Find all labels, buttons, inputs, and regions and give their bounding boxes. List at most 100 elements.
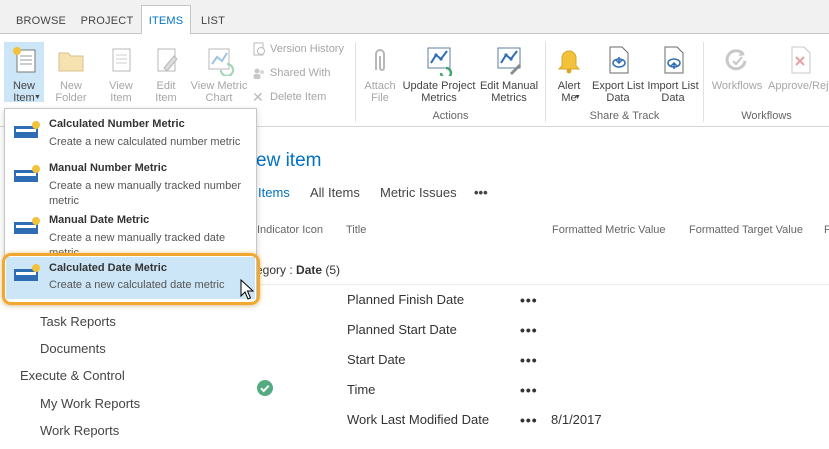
chevron-down-icon: ▼ bbox=[34, 94, 41, 101]
version-history-icon bbox=[253, 42, 265, 56]
shared-with-button[interactable]: Shared With bbox=[252, 64, 331, 82]
row-title[interactable]: Time bbox=[347, 382, 375, 397]
attach-file-button[interactable]: Attach File bbox=[362, 44, 398, 104]
view-metric-chart-label: View Metric Chart bbox=[190, 80, 248, 104]
row-title[interactable]: Planned Finish Date bbox=[347, 292, 464, 307]
approve-reject-label: Approve/Rej bbox=[768, 80, 829, 92]
menu-item-description: Create a new manually tracked number met… bbox=[49, 180, 241, 207]
edit-item-label: Edit Item bbox=[155, 80, 177, 104]
shared-with-icon bbox=[253, 68, 264, 80]
edit-metrics-icon bbox=[497, 47, 521, 75]
view-tab-metric-issues[interactable]: Metric Issues bbox=[380, 185, 457, 200]
folder-icon bbox=[58, 52, 84, 72]
new-metric-icon bbox=[14, 165, 40, 182]
import-data-icon bbox=[664, 46, 684, 74]
approve-reject-icon bbox=[791, 46, 811, 74]
edit-manual-metrics-button[interactable]: Edit Manual Metrics bbox=[479, 44, 539, 104]
row-menu-button[interactable]: ••• bbox=[520, 322, 538, 338]
update-project-metrics-label: Update Project Metrics bbox=[402, 80, 476, 104]
export-list-data-button[interactable]: Export List Data bbox=[591, 44, 645, 104]
group-header[interactable]: egory : Date (5) bbox=[256, 263, 340, 277]
menu-item-title: Calculated Number Metric bbox=[49, 118, 185, 130]
view-item-icon bbox=[112, 48, 131, 72]
mouse-pointer-icon bbox=[240, 279, 254, 300]
menu-item-manual-date-metric[interactable]: Manual Date Metric Create a new manually… bbox=[6, 207, 255, 259]
shared-with-label: Shared With bbox=[270, 67, 331, 79]
new-item-button[interactable]: New Item ▼ bbox=[4, 42, 44, 104]
nav-item-task-reports[interactable]: Task Reports bbox=[40, 314, 116, 329]
view-tab-items[interactable]: Items bbox=[258, 185, 290, 200]
new-item-icon bbox=[13, 47, 36, 73]
more-views-button[interactable]: ••• bbox=[474, 185, 488, 200]
edit-item-icon bbox=[157, 48, 178, 72]
edit-item-button[interactable]: Edit Item bbox=[147, 44, 185, 104]
update-metrics-icon bbox=[427, 47, 453, 76]
column-header-title[interactable]: Title bbox=[346, 224, 366, 236]
import-list-data-button[interactable]: Import List Data bbox=[646, 44, 700, 104]
workflows-label: Workflows bbox=[711, 80, 763, 92]
update-project-metrics-button[interactable]: Update Project Metrics bbox=[402, 44, 476, 104]
workflows-button[interactable]: Workflows bbox=[710, 44, 764, 92]
green-check-icon bbox=[257, 380, 273, 396]
row-menu-button[interactable]: ••• bbox=[520, 292, 538, 308]
view-item-label: View Item bbox=[109, 80, 133, 104]
row-menu-button[interactable]: ••• bbox=[520, 412, 538, 428]
nav-item-execute-control[interactable]: Execute & Control bbox=[20, 368, 125, 383]
edit-manual-metrics-label: Edit Manual Metrics bbox=[479, 80, 539, 104]
page-title: ew item bbox=[256, 150, 322, 171]
ribbon-tab-strip: BROWSE PROJECT ITEMS LIST bbox=[0, 0, 829, 35]
delete-icon: ✕ bbox=[252, 89, 264, 106]
tab-items[interactable]: ITEMS bbox=[141, 5, 191, 35]
delete-item-button[interactable]: ✕ Delete Item bbox=[252, 88, 326, 106]
row-title[interactable]: Work Last Modified Date bbox=[347, 412, 489, 427]
row-metric-value: 8/1/2017 bbox=[551, 412, 602, 427]
nav-item-work-reports[interactable]: Work Reports bbox=[40, 423, 119, 438]
version-history-label: Version History bbox=[270, 43, 344, 55]
attach-file-label: Attach File bbox=[364, 80, 396, 104]
view-metric-chart-button[interactable]: View Metric Chart bbox=[189, 44, 249, 104]
menu-item-description: Create a new calculated number metric bbox=[49, 136, 241, 148]
menu-item-manual-number-metric[interactable]: Manual Number Metric Create a new manual… bbox=[6, 155, 255, 207]
group-label-workflows: Workflows bbox=[741, 110, 792, 122]
menu-item-title: Manual Date Metric bbox=[49, 214, 150, 226]
tab-list[interactable]: LIST bbox=[194, 8, 232, 34]
chevron-down-icon: ▼ bbox=[574, 94, 581, 101]
export-list-data-label: Export List Data bbox=[592, 80, 644, 104]
new-folder-label: New Folder bbox=[55, 80, 87, 104]
approve-reject-button[interactable]: Approve/Rej bbox=[768, 44, 829, 92]
tab-browse[interactable]: BROWSE bbox=[10, 8, 72, 34]
group-name: Date bbox=[296, 263, 323, 277]
version-history-button[interactable]: Version History bbox=[252, 40, 344, 58]
highlight-ring bbox=[2, 253, 260, 305]
import-list-data-label: Import List Data bbox=[647, 80, 699, 104]
alert-me-button[interactable]: Alert Me ▼ bbox=[552, 44, 586, 104]
group-label-actions: Actions bbox=[432, 110, 469, 122]
export-data-icon bbox=[609, 46, 629, 74]
row-title[interactable]: Planned Start Date bbox=[347, 322, 457, 337]
group-count: (5) bbox=[325, 263, 341, 277]
group-label-share-track: Share & Track bbox=[589, 110, 660, 122]
metric-chart-icon bbox=[208, 48, 234, 76]
row-menu-button[interactable]: ••• bbox=[520, 382, 538, 398]
delete-item-label: Delete Item bbox=[270, 91, 327, 103]
view-tab-all-items[interactable]: All Items bbox=[310, 185, 360, 200]
column-header-formatted-metric-value[interactable]: Formatted Metric Value bbox=[552, 224, 666, 236]
tab-project[interactable]: PROJECT bbox=[76, 8, 138, 34]
column-header-truncated[interactable]: F bbox=[824, 224, 829, 236]
column-header-formatted-target-value[interactable]: Formatted Target Value bbox=[689, 224, 803, 236]
bell-icon bbox=[557, 50, 581, 74]
menu-item-title: Manual Number Metric bbox=[49, 162, 167, 174]
nav-item-documents[interactable]: Documents bbox=[40, 341, 106, 356]
row-menu-button[interactable]: ••• bbox=[520, 352, 538, 368]
new-metric-icon bbox=[14, 121, 40, 138]
row-title[interactable]: Start Date bbox=[347, 352, 406, 367]
column-header-indicator-icon[interactable]: Indicator Icon bbox=[257, 224, 323, 236]
nav-item-my-work-reports[interactable]: My Work Reports bbox=[40, 396, 140, 411]
view-item-button[interactable]: View Item bbox=[102, 44, 140, 104]
workflow-icon bbox=[725, 49, 747, 71]
group-prefix: egory : bbox=[256, 263, 297, 277]
new-folder-button[interactable]: New Folder bbox=[52, 44, 90, 104]
group-divider bbox=[256, 284, 829, 285]
new-metric-icon bbox=[14, 217, 40, 234]
paperclip-icon bbox=[375, 49, 385, 71]
